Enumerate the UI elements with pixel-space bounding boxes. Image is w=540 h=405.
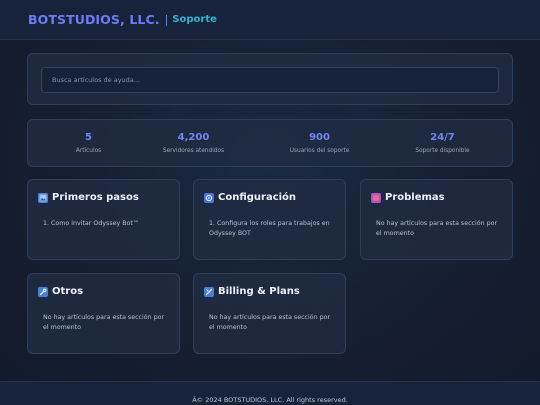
search-panel	[27, 53, 513, 105]
card-title-text: Primeros pasos	[52, 192, 139, 203]
card-empty-message: No hay artículos para esta sección por e…	[376, 220, 498, 237]
card-others[interactable]: Otros No hay artículos para esta sección…	[27, 273, 180, 354]
stat-value: 5	[85, 132, 92, 143]
card-billing-plans[interactable]: Billing & Plans No hay artículos para es…	[193, 273, 346, 354]
stat-servers: 4,200 Servidores atendidos	[133, 120, 254, 168]
card-title-text: Otros	[52, 286, 84, 297]
stat-users: 900 Usuarios del soporte	[259, 120, 380, 168]
stat-label: Artículos	[75, 148, 102, 154]
stat-label: Soporte disponible	[415, 148, 470, 154]
card-empty-message: No hay artículos para esta sección por e…	[43, 314, 165, 331]
card-article-link[interactable]: 1. Como invitar Odyssey Bot™	[43, 219, 168, 229]
card-title: Billing & Plans	[204, 286, 300, 297]
section-title: Soporte	[172, 14, 217, 25]
card-title-text: Configuración	[218, 192, 297, 203]
top-navbar: BOTSTUDIOS, LLC. | Soporte	[0, 0, 540, 40]
stat-label: Servidores atendidos	[162, 148, 225, 154]
card-title: Problemas	[371, 192, 445, 203]
card-problems[interactable]: Problemas No hay artículos para esta sec…	[360, 179, 513, 260]
card-empty-message: No hay artículos para esta sección por e…	[209, 314, 331, 331]
stat-label: Usuarios del soporte	[289, 148, 350, 154]
stat-support: 24/7 Soporte disponible	[382, 120, 503, 168]
copyright-text: Â© 2024 BOTSTUDIOS, LLC. All rights rese…	[192, 396, 348, 404]
card-icon	[204, 286, 214, 297]
card-title: Primeros pasos	[38, 192, 139, 203]
card-title: Configuración	[204, 192, 296, 203]
stat-value: 24/7	[430, 132, 455, 143]
card-configuration[interactable]: Configuración 1. Configura los roles par…	[193, 179, 346, 260]
title-separator: |	[164, 13, 169, 26]
card-title-text: Problemas	[385, 192, 445, 203]
stat-value: 4,200	[177, 132, 210, 143]
card-article-link[interactable]: 1. Configura los roles para trabajos en …	[209, 219, 334, 239]
search-input[interactable]	[41, 67, 499, 93]
card-title: Otros	[38, 286, 83, 297]
gear-icon	[204, 192, 214, 203]
stat-value: 900	[309, 132, 330, 143]
stat-articles: 5 Artículos	[28, 120, 149, 168]
stats-panel: 5 Artículos 4,200 Servidores atendidos 9…	[27, 119, 513, 167]
page-footer: Â© 2024 BOTSTUDIOS, LLC. All rights rese…	[0, 381, 540, 405]
card-getting-started[interactable]: Primeros pasos 1. Como invitar Odyssey B…	[27, 179, 180, 260]
wrench-icon	[38, 286, 48, 297]
brand-logo-text[interactable]: BOTSTUDIOS, LLC.	[28, 12, 160, 27]
card-title-text: Billing & Plans	[218, 286, 300, 297]
image-icon	[38, 192, 48, 203]
alert-icon	[371, 192, 381, 203]
